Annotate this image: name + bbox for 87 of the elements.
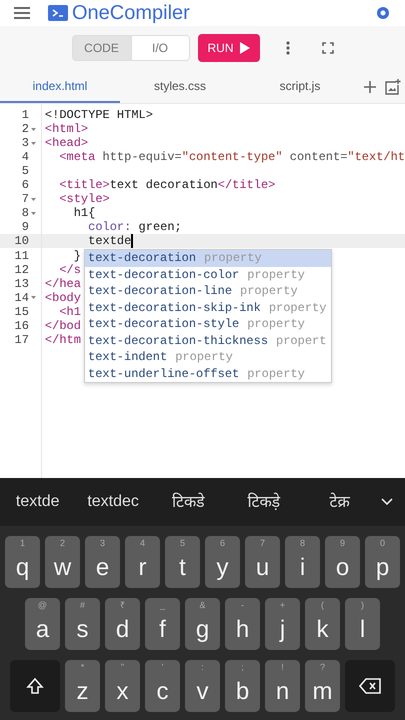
key[interactable]: 2 w xyxy=(45,536,80,588)
word-suggestion[interactable]: टिकड़े xyxy=(226,490,302,514)
code-line: </htm xyxy=(44,332,81,349)
key[interactable]: # s xyxy=(65,598,100,650)
file-tab[interactable]: script.js xyxy=(240,70,360,103)
suggestion-item[interactable]: text-decoration property xyxy=(85,250,331,266)
line-number: 7 xyxy=(22,191,29,208)
logo-icon xyxy=(48,5,68,21)
key[interactable]: " x xyxy=(105,660,140,712)
key[interactable]: ' c xyxy=(145,660,180,712)
code-line: } xyxy=(72,248,81,264)
code-line: textde xyxy=(87,233,132,250)
suggestion-item[interactable]: text-decoration-color property xyxy=(85,266,331,283)
key[interactable]: 6 y xyxy=(205,536,240,588)
gear-icon[interactable] xyxy=(375,5,391,21)
suggestion-item[interactable]: text-decoration-line property xyxy=(85,283,331,300)
menu-icon[interactable] xyxy=(14,7,30,19)
code-line: <h1 xyxy=(58,304,81,320)
file-tab[interactable]: styles.css xyxy=(120,70,240,103)
key[interactable]: 1 q xyxy=(5,536,40,588)
key[interactable]: 7 u xyxy=(245,536,280,588)
key[interactable]: & g xyxy=(185,598,220,650)
view-tab[interactable]: I/O xyxy=(130,36,188,60)
suggestion-item[interactable]: text-decoration-skip-ink property xyxy=(85,300,331,316)
code-line: <title>text decoration</title> xyxy=(58,177,276,193)
line-number: 5 xyxy=(22,163,29,180)
key[interactable]: 8 i xyxy=(285,536,320,588)
code-line: <html> xyxy=(44,121,88,137)
backspace-icon xyxy=(359,678,381,694)
code-line: <meta http-equiv="content-type" content="text/ht xyxy=(58,149,405,166)
code-line: <!DOCTYPE HTML> xyxy=(44,107,153,123)
word-suggestion[interactable]: टेक्र xyxy=(302,490,378,514)
shift-icon xyxy=(26,677,44,695)
code-line: </bod xyxy=(44,318,81,334)
key[interactable]: ! n xyxy=(265,660,300,712)
key[interactable]: * z xyxy=(65,660,100,712)
shift-key[interactable] xyxy=(10,660,60,712)
backspace-key[interactable] xyxy=(345,660,395,712)
code-line: <body xyxy=(44,290,81,306)
more-icon[interactable] xyxy=(286,41,290,55)
code-line: h1{ xyxy=(72,205,96,221)
key[interactable]: 0 p xyxy=(365,536,400,588)
code-line: <head> xyxy=(44,135,88,152)
code-line: </s xyxy=(58,262,81,278)
suggestion-item[interactable]: text-decoration-thickness propert xyxy=(85,332,331,349)
key[interactable]: ? m xyxy=(305,660,340,712)
code-line: color: green; xyxy=(87,219,182,235)
chevron-down-icon[interactable] xyxy=(381,498,394,506)
key[interactable]: 9 o xyxy=(325,536,360,588)
line-number: 4 xyxy=(22,149,29,166)
line-number: 6 xyxy=(22,177,29,194)
key[interactable]: @ a xyxy=(25,598,60,650)
line-number: 9 xyxy=(22,219,29,236)
word-suggestion[interactable]: टिकडे xyxy=(150,490,226,514)
run-button[interactable]: RUN xyxy=(198,34,260,62)
fold-icon[interactable] xyxy=(30,294,37,302)
key[interactable]: ) l xyxy=(345,598,380,650)
key[interactable]: 4 r xyxy=(125,536,160,588)
word-suggestion[interactable]: textde xyxy=(0,490,76,514)
key[interactable]: 5 t xyxy=(165,536,200,588)
key[interactable]: : v xyxy=(185,660,220,712)
line-number: 11 xyxy=(14,248,29,264)
line-number: 2 xyxy=(22,121,29,138)
word-suggestion[interactable]: textdec xyxy=(75,490,151,514)
key[interactable]: 3 e xyxy=(85,536,120,588)
view-tab[interactable]: CODE xyxy=(72,36,130,60)
code-line: </hea xyxy=(44,276,81,292)
key[interactable]: _ f xyxy=(145,598,180,650)
fullscreen-icon[interactable] xyxy=(322,42,334,54)
line-number: 8 xyxy=(22,205,29,222)
line-number: 3 xyxy=(22,135,29,152)
code-line: <style> xyxy=(58,191,110,207)
app-title: OneCompiler xyxy=(72,3,190,23)
line-number: 10 xyxy=(14,233,29,250)
key[interactable]: ; b xyxy=(225,660,260,712)
text-cursor xyxy=(131,234,133,248)
suggestion-item[interactable]: text-decoration-style property xyxy=(85,316,331,332)
key[interactable]: ₹ d xyxy=(105,598,140,650)
suggestion-item[interactable]: text-indent property xyxy=(85,349,331,366)
key[interactable]: ( k xyxy=(305,598,340,650)
plus-icon[interactable] xyxy=(364,80,376,92)
add-image-icon[interactable] xyxy=(384,78,401,94)
line-number: 1 xyxy=(22,107,29,124)
suggestion-item[interactable]: text-underline-offset property xyxy=(85,366,331,382)
key[interactable]: + j xyxy=(265,598,300,650)
play-icon xyxy=(240,42,250,54)
key[interactable]: - h xyxy=(225,598,260,650)
